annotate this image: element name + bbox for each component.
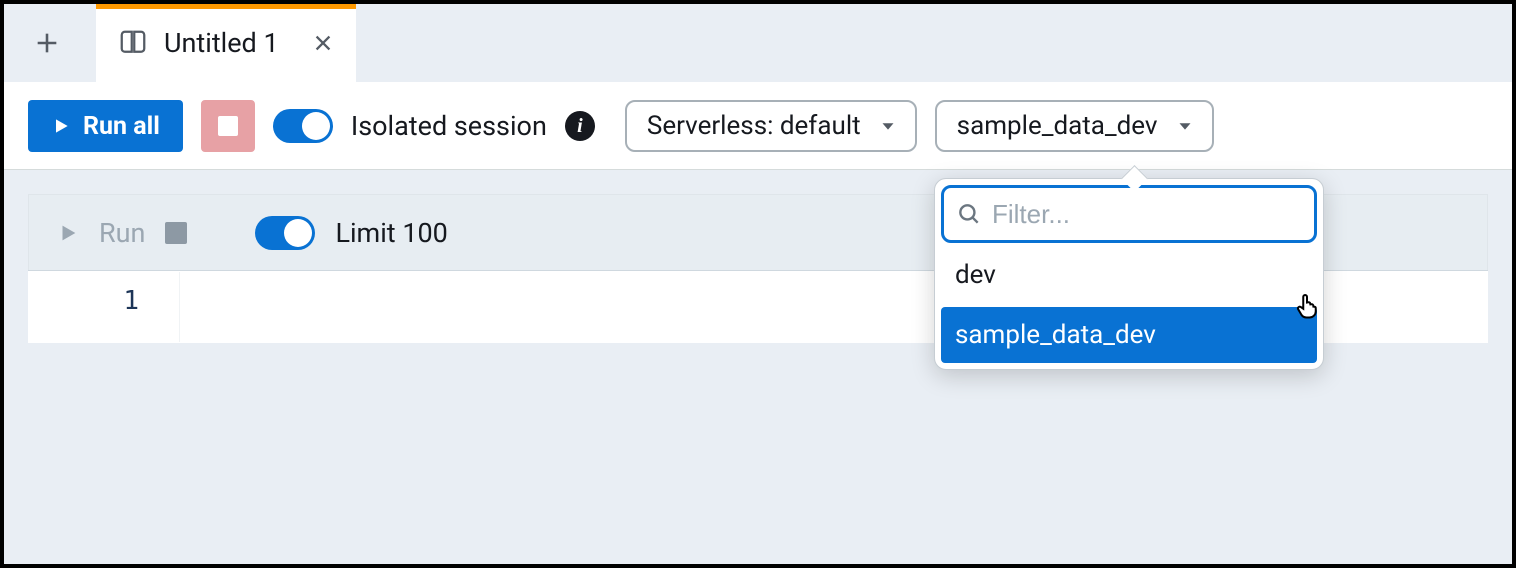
toggle-knob (302, 112, 330, 140)
database-dropdown[interactable]: sample_data_dev (935, 100, 1214, 152)
play-icon (57, 222, 79, 244)
limit-label: Limit 100 (335, 217, 447, 249)
isolated-session-label: Isolated session (351, 110, 547, 142)
main-toolbar: Run all Isolated session i Serverless: d… (4, 82, 1512, 170)
stop-all-button[interactable] (201, 100, 255, 152)
run-cell-button[interactable] (57, 222, 79, 244)
connection-selected: Serverless: default (647, 111, 861, 141)
dropdown-option-dev[interactable]: dev (941, 247, 1317, 303)
stop-cell-button[interactable] (165, 222, 187, 244)
chevron-down-icon (1174, 115, 1196, 137)
connection-dropdown[interactable]: Serverless: default (625, 100, 917, 152)
option-label: sample_data_dev (955, 320, 1156, 350)
filter-box (941, 185, 1317, 243)
play-icon (51, 116, 71, 136)
filter-input[interactable] (992, 199, 1327, 230)
plus-icon (33, 29, 61, 57)
isolated-session-toggle[interactable] (273, 109, 333, 143)
run-all-label: Run all (83, 112, 160, 141)
new-tab-button[interactable] (16, 12, 78, 74)
line-gutter: 1 (29, 272, 179, 342)
chevron-down-icon (877, 115, 899, 137)
option-label: dev (955, 260, 996, 290)
notebook-icon (118, 28, 148, 58)
stop-icon (218, 116, 238, 136)
toggle-knob (284, 219, 312, 247)
dropdown-option-sample-data-dev[interactable]: sample_data_dev (941, 307, 1317, 363)
run-cell-label: Run (99, 217, 145, 249)
close-tab-button[interactable] (312, 32, 334, 54)
info-icon[interactable]: i (565, 111, 595, 141)
search-icon (956, 201, 982, 227)
database-dropdown-popover: dev sample_data_dev (934, 178, 1324, 370)
tab-untitled[interactable]: Untitled 1 (96, 4, 356, 82)
close-icon (312, 32, 334, 54)
run-all-button[interactable]: Run all (28, 100, 183, 152)
line-number: 1 (123, 286, 139, 316)
database-selected: sample_data_dev (957, 111, 1158, 141)
tab-bar: Untitled 1 (4, 4, 1512, 82)
limit-toggle[interactable] (255, 216, 315, 250)
tab-title: Untitled 1 (164, 27, 296, 59)
